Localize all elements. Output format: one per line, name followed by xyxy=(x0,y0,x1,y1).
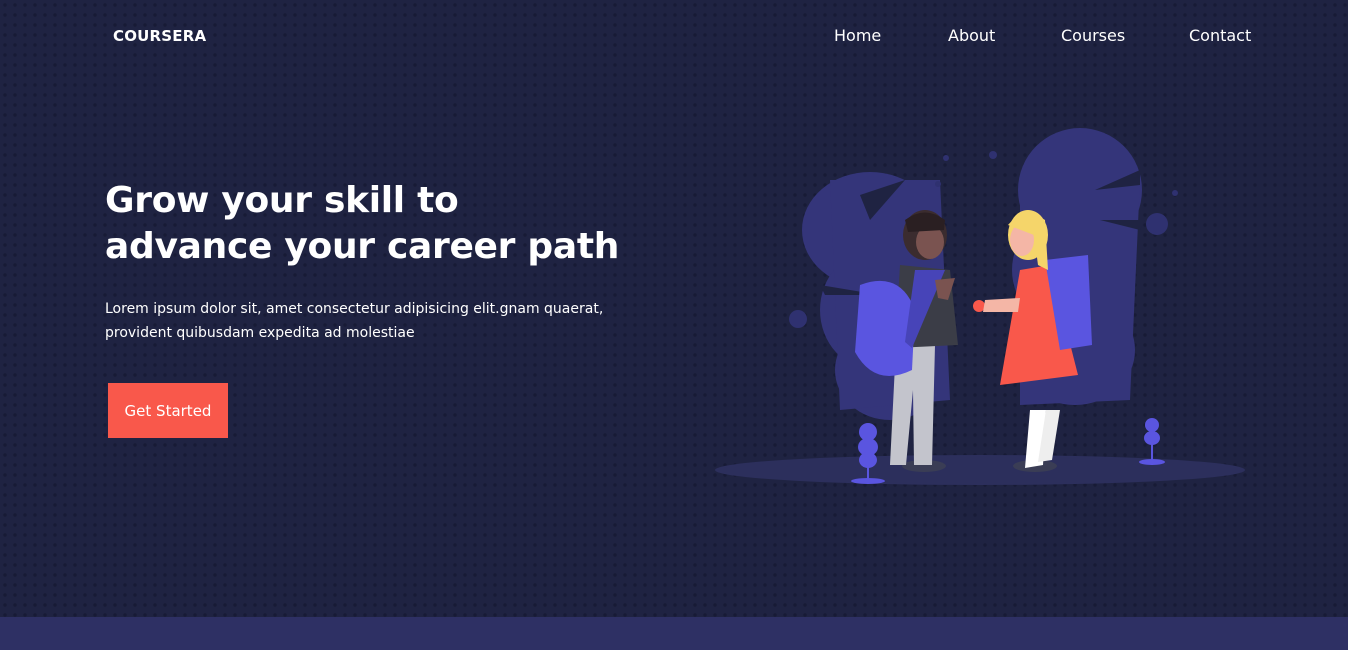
decor-dot xyxy=(789,310,807,328)
nav-courses-link[interactable]: Courses xyxy=(1061,26,1125,45)
hero-title-line-1: Grow your skill to xyxy=(105,180,459,221)
decor-dot xyxy=(935,181,941,187)
decor-dot xyxy=(989,151,997,159)
decor-dot xyxy=(1172,190,1178,196)
students-illustration xyxy=(715,128,1245,485)
hero-title-line-2: advance your career path xyxy=(105,226,620,267)
main-nav: Home About Courses Contact xyxy=(0,26,1348,50)
bottom-section-bar xyxy=(0,617,1348,650)
small-tree-right xyxy=(1139,418,1165,465)
hero-description-line-1: Lorem ipsum dolor sit, amet consectetur … xyxy=(105,301,604,317)
ground-shadow xyxy=(715,455,1245,485)
decor-dot xyxy=(943,155,949,161)
decor-dot xyxy=(1146,213,1168,235)
nav-about-link[interactable]: About xyxy=(948,26,995,45)
get-started-button[interactable]: Get Started xyxy=(108,383,228,438)
hero-title: Grow your skill to advance your career p… xyxy=(105,178,619,270)
hero-description-line-2: provident quibusdam expedita ad molestia… xyxy=(105,325,415,341)
hero-description: Lorem ipsum dolor sit, amet consectetur … xyxy=(105,297,665,345)
nav-home-link[interactable]: Home xyxy=(834,26,881,45)
nav-contact-link[interactable]: Contact xyxy=(1189,26,1251,45)
